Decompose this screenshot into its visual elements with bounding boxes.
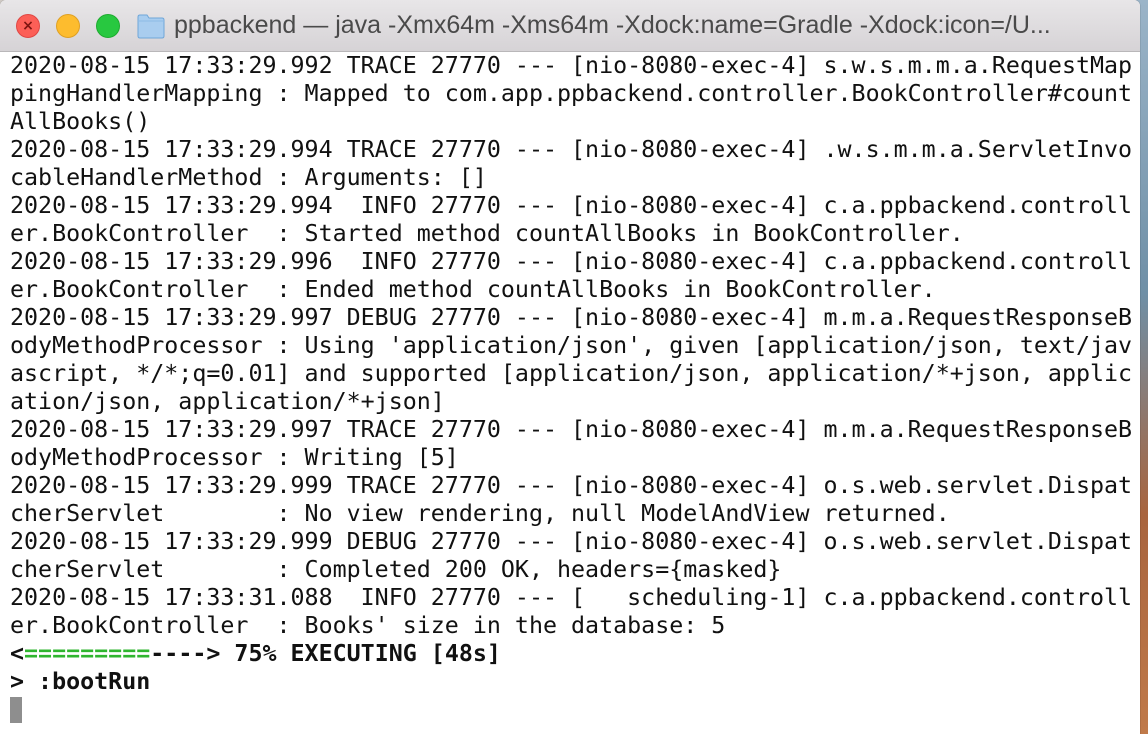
log-line: pingHandlerMapping : Mapped to com.app.p… xyxy=(10,80,1133,107)
text-cursor xyxy=(10,697,22,723)
progress-open: < xyxy=(10,640,25,667)
progress-done-bar: ========= xyxy=(24,640,151,667)
log-line: 2020-08-15 17:33:29.997 TRACE 27770 --- … xyxy=(10,416,1133,443)
close-icon: × xyxy=(22,18,34,34)
log-line: 2020-08-15 17:33:29.996 INFO 27770 --- [… xyxy=(10,248,1133,275)
log-line: 2020-08-15 17:33:29.997 DEBUG 27770 --- … xyxy=(10,304,1133,331)
log-line: odyMethodProcessor : Using 'application/… xyxy=(10,332,1133,359)
progress-status: 75% EXECUTING [48s] xyxy=(220,640,501,667)
log-line: er.BookController : Started method count… xyxy=(10,220,964,247)
log-line: cherServlet : Completed 200 OK, headers=… xyxy=(10,556,782,583)
log-line: ation/json, application/*+json] xyxy=(10,388,445,415)
terminal-output[interactable]: 2020-08-15 17:33:29.992 TRACE 27770 --- … xyxy=(0,52,1140,734)
progress-remaining-bar: ----> xyxy=(150,640,221,667)
build-progress: <=========----> 75% EXECUTING [48s] xyxy=(10,640,1130,668)
log-line: er.BookController : Books' size in the d… xyxy=(10,612,726,639)
log-line: cherServlet : No view rendering, null Mo… xyxy=(10,500,950,527)
gradle-task-line: > :bootRun xyxy=(10,668,151,695)
log-line: AllBooks() xyxy=(10,108,151,135)
window-title: ppbackend — java -Xmx64m -Xms64m -Xdock:… xyxy=(174,11,1051,39)
terminal-window: × ppbackend — java -Xmx64m -Xms64m -Xdoc… xyxy=(0,0,1140,734)
log-line: 2020-08-15 17:33:29.994 INFO 27770 --- [… xyxy=(10,192,1133,219)
log-line: 2020-08-15 17:33:29.999 DEBUG 27770 --- … xyxy=(10,528,1133,555)
log-line: cableHandlerMethod : Arguments: [] xyxy=(10,164,487,191)
log-line: odyMethodProcessor : Writing [5] xyxy=(10,444,459,471)
close-button[interactable]: × xyxy=(16,14,40,38)
folder-icon xyxy=(137,14,165,39)
maximize-button[interactable] xyxy=(96,14,120,38)
log-lines: 2020-08-15 17:33:29.992 TRACE 27770 --- … xyxy=(10,52,1133,640)
log-line: 2020-08-15 17:33:29.999 TRACE 27770 --- … xyxy=(10,472,1133,499)
log-line: 2020-08-15 17:33:29.992 TRACE 27770 --- … xyxy=(10,52,1133,79)
minimize-button[interactable] xyxy=(56,14,80,38)
log-line: 2020-08-15 17:33:31.088 INFO 27770 --- [… xyxy=(10,584,1133,611)
input-line[interactable] xyxy=(10,696,1130,724)
log-line: ascript, */*;q=0.01] and supported [appl… xyxy=(10,360,1133,387)
log-line: 2020-08-15 17:33:29.994 TRACE 27770 --- … xyxy=(10,136,1133,163)
log-line: er.BookController : Ended method countAl… xyxy=(10,276,936,303)
title-bar[interactable]: × ppbackend — java -Xmx64m -Xms64m -Xdoc… xyxy=(0,0,1140,52)
